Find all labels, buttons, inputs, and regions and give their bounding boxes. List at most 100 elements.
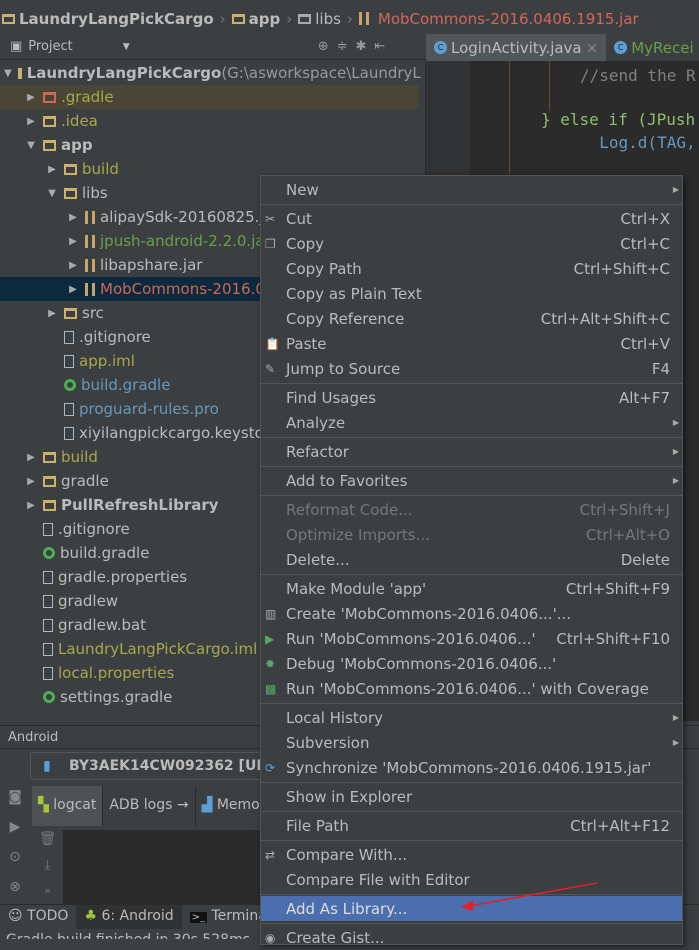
menu-item-paste[interactable]: 📋 Paste Ctrl+V — [261, 331, 682, 356]
menu-item-local-history[interactable]: Local History ▶ — [261, 705, 682, 730]
menu-item-shortcut: Ctrl+Alt+Shift+C — [540, 309, 670, 328]
menu-separator — [261, 782, 682, 783]
collapsed-arrow-icon[interactable]: ▶ — [46, 164, 58, 175]
folder-icon — [43, 115, 56, 127]
menu-item-refactor[interactable]: Refactor ▶ — [261, 439, 682, 464]
menu-item-reformat-code[interactable]: Reformat Code... Ctrl+Shift+J — [261, 497, 682, 522]
tree-item-label: alipaySdk-20160825.jar — [100, 208, 279, 226]
menu-item-jump-to-source[interactable]: ✎ Jump to Source F4 — [261, 356, 682, 381]
collapsed-arrow-icon[interactable]: ▶ — [67, 236, 79, 247]
code-line: Log.d(TAG, " — [599, 133, 696, 152]
screenshot-icon[interactable]: ◙ — [0, 782, 30, 812]
menu-item-new[interactable]: New ▶ — [261, 177, 682, 202]
annotation-arrow — [461, 882, 598, 911]
tree-item[interactable]: ▶ .gradle — [0, 85, 418, 109]
tree-item-label: jpush-android-2.2.0.jar — [100, 232, 271, 250]
terminal-icon: >_ — [189, 912, 208, 923]
menu-item-show-in-explorer[interactable]: Show in Explorer — [261, 784, 682, 809]
menu-item-run-mobcommons-2016-0406[interactable]: ▶ Run 'MobCommons-2016.0406...' Ctrl+Shift… — [261, 626, 682, 651]
collapsed-arrow-icon[interactable]: ▶ — [67, 212, 79, 223]
menu-item-label: Reformat Code... — [286, 500, 413, 519]
menu-item-analyze[interactable]: Analyze ▶ — [261, 410, 682, 435]
record-icon[interactable]: ▶ — [0, 812, 30, 842]
menu-item-label: Debug 'MobCommons-2016.0406...' — [286, 654, 557, 673]
menu-item-cut[interactable]: ✂ Cut Ctrl+X — [261, 206, 682, 231]
collapsed-arrow-icon[interactable]: ▶ — [67, 260, 79, 271]
menu-separator — [261, 840, 682, 841]
breadcrumb-app[interactable]: app — [231, 10, 280, 28]
file-icon — [43, 666, 53, 680]
menu-separator — [261, 466, 682, 467]
breadcrumb-jar[interactable]: MobCommons-2016.0406.1915.jar — [358, 10, 639, 28]
project-view-dropdown[interactable]: Project — [28, 39, 72, 54]
submenu-arrow-icon: ▶ — [672, 418, 679, 427]
collapsed-arrow-icon[interactable]: ▶ — [67, 284, 79, 295]
menu-item-add-to-favorites[interactable]: Add to Favorites ▶ — [261, 468, 682, 493]
more-icon[interactable]: » — [32, 878, 63, 904]
menu-item-create-gist[interactable]: ◉ Create Gist... — [261, 925, 682, 950]
tree-item-label: .gitignore — [58, 520, 130, 538]
breadcrumb-project[interactable]: LaundryLangPickCargo — [2, 10, 214, 28]
device-selector[interactable]: ▮ BY3AEK14CW092362 [UN — [30, 752, 270, 780]
menu-item-make-module-app[interactable]: Make Module 'app' Ctrl+Shift+F9 — [261, 576, 682, 601]
folder-icon — [64, 163, 77, 175]
menu-item-label: Delete... — [286, 550, 350, 569]
jar-icon — [85, 258, 95, 272]
menu-item-find-usages[interactable]: Find Usages Alt+F7 — [261, 385, 682, 410]
tab-login-activity[interactable]: C LoginActivity.java × — [426, 34, 607, 61]
tab-adb-logs[interactable]: ADB logs → — [103, 786, 196, 826]
menu-item-label: Optimize Imports... — [286, 525, 430, 544]
menu-item-label: Run 'MobCommons-2016.0406...' — [286, 629, 536, 648]
expanded-arrow-icon[interactable]: ▼ — [46, 188, 58, 199]
collapsed-arrow-icon[interactable]: ▶ — [25, 500, 37, 511]
hide-panel-icon[interactable]: ⇤ — [374, 39, 393, 54]
menu-item-subversion[interactable]: Subversion ▶ — [261, 730, 682, 755]
code-line: //send the R — [580, 66, 696, 85]
menu-item-copy-path[interactable]: Copy Path Ctrl+Shift+C — [261, 256, 682, 281]
menu-item-copy[interactable]: ❐ Copy Ctrl+C — [261, 231, 682, 256]
menu-item-delete[interactable]: Delete... Delete — [261, 547, 682, 572]
menu-item-label: Jump to Source — [286, 359, 401, 378]
collapsed-arrow-icon[interactable]: ▶ — [25, 476, 37, 487]
collapsed-arrow-icon[interactable]: ▶ — [46, 308, 58, 319]
breadcrumb-libs[interactable]: libs — [298, 10, 341, 28]
gradle-icon — [64, 379, 76, 391]
inspect-icon[interactable]: ⊙ — [0, 842, 30, 872]
menu-item-compare-with[interactable]: ⇄ Compare With... — [261, 842, 682, 867]
menu-item-optimize-imports[interactable]: Optimize Imports... Ctrl+Alt+O — [261, 522, 682, 547]
chevron-down-icon[interactable]: ▼ — [123, 42, 130, 52]
android-icon: ♣ — [84, 908, 97, 924]
menu-item-synchronize-mobcommons-2016-0406-1915-jar[interactable]: ⟳ Synchronize 'MobCommons-2016.0406.1915.… — [261, 755, 682, 780]
menu-item-file-path[interactable]: File Path Ctrl+Alt+F12 — [261, 813, 682, 838]
collapsed-arrow-icon[interactable]: ▶ — [25, 116, 37, 127]
terminate-icon[interactable]: ⊗ — [0, 872, 30, 902]
menu-item-run-mobcommons-2016-0406-with-coverage[interactable]: ▩ Run 'MobCommons-2016.0406...' with Cove… — [261, 676, 682, 701]
jar-icon — [85, 282, 95, 296]
todo-button[interactable]: ☺ TODO — [0, 905, 76, 929]
tree-item-label: local.properties — [58, 664, 175, 682]
android-button[interactable]: ♣ 6: Android — [76, 905, 182, 929]
gear-icon[interactable]: ✱ — [356, 39, 375, 54]
tree-item[interactable]: ▼ app — [0, 133, 418, 157]
menu-item-copy-reference[interactable]: Copy Reference Ctrl+Alt+Shift+C — [261, 306, 682, 331]
tree-item-label: build — [61, 448, 98, 466]
file-icon — [43, 522, 53, 536]
collapsed-arrow-icon[interactable]: ▶ — [25, 92, 37, 103]
menu-item-create-mobcommons-2016-0406[interactable]: ▥ Create 'MobCommons-2016.0406...'... — [261, 601, 682, 626]
close-icon[interactable]: × — [586, 39, 599, 57]
gradle-icon — [43, 691, 55, 703]
submenu-arrow-icon: ▶ — [672, 713, 679, 722]
collapsed-arrow-icon[interactable]: ▶ — [25, 452, 37, 463]
expanded-arrow-icon[interactable]: ▼ — [25, 140, 37, 151]
expanded-arrow-icon[interactable]: ▼ — [4, 68, 12, 79]
tab-logcat[interactable]: ▚ logcat — [32, 786, 104, 826]
locate-icon[interactable]: ⊕ — [318, 39, 337, 54]
trash-icon[interactable]: 🗑 — [32, 826, 63, 852]
tab-my-receiver[interactable]: C MyRecei — [606, 34, 699, 61]
menu-item-copy-as-plain-text[interactable]: Copy as Plain Text — [261, 281, 682, 306]
menu-item-debug-mobcommons-2016-0406[interactable]: ✹ Debug 'MobCommons-2016.0406...' — [261, 651, 682, 676]
tree-item[interactable]: ▼ LaundryLangPickCargo (G:\asworkspace\La… — [0, 61, 421, 85]
collapse-all-icon[interactable]: ≑ — [337, 39, 356, 54]
scroll-end-icon[interactable]: ⤓ — [32, 852, 63, 878]
tree-item[interactable]: ▶ .idea — [0, 109, 418, 133]
